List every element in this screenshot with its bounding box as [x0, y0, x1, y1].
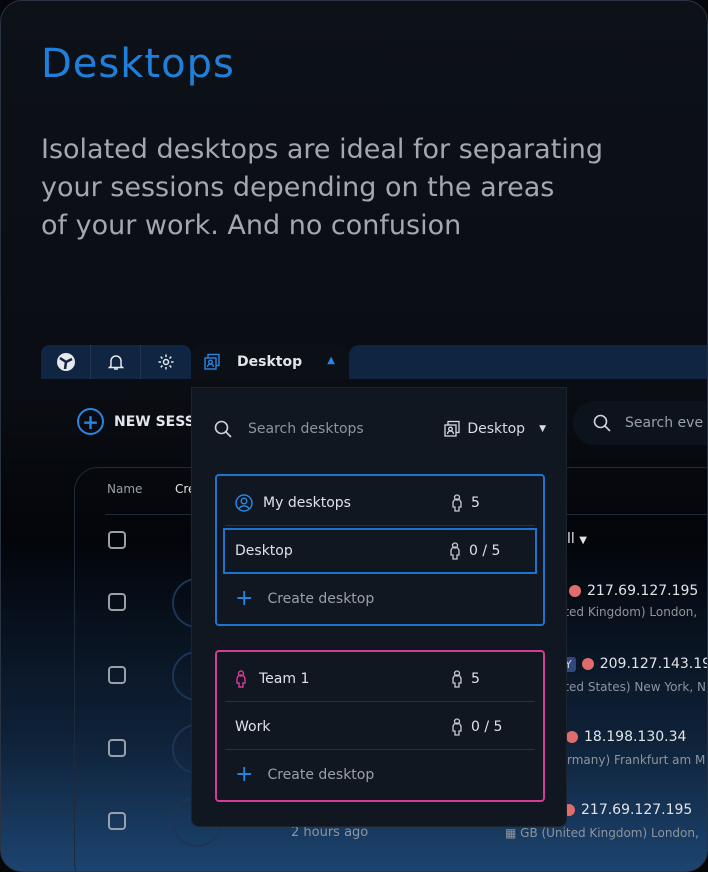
group-name: My desktops: [263, 494, 351, 511]
tab-label: Desktop: [237, 354, 303, 370]
location: ▦ GB (United Kingdom) London,: [505, 826, 699, 840]
gear-icon[interactable]: [141, 345, 191, 379]
flag-icon: ▦: [505, 826, 521, 840]
ip-text: 217.69.127.195: [587, 583, 699, 599]
column-header-name[interactable]: Name: [107, 482, 142, 496]
person-icon: [451, 493, 463, 512]
search-events-input[interactable]: Search eve: [573, 401, 707, 445]
session-time: 2 hours ago: [291, 825, 369, 840]
description: Isolated desktops are ideal for separati…: [41, 131, 661, 245]
filter-select[interactable]: ll ▼: [567, 531, 587, 547]
selected-label: Desktop: [467, 421, 526, 437]
app-topbar: Desktop ▲: [41, 345, 707, 379]
group-header[interactable]: My desktops 5: [225, 480, 535, 526]
person-icon: [235, 669, 247, 688]
group-team-1: Team 1 5 Work 0 / 5 + Create desktop: [215, 650, 545, 802]
group-name: Team 1: [259, 670, 310, 687]
desktop-name: Work: [235, 718, 271, 735]
search-placeholder: Search desktops: [248, 421, 364, 437]
row-checkbox[interactable]: [108, 739, 126, 757]
tab-desktop[interactable]: Desktop ▲: [191, 345, 349, 379]
description-line: of your work. And no confusion: [41, 210, 462, 241]
ip-text: 217.69.127.195: [581, 802, 693, 818]
person-icon: [451, 669, 463, 688]
row-checkbox[interactable]: [108, 593, 126, 611]
desktop-icon: [443, 420, 461, 438]
group-count: 5: [471, 494, 480, 511]
plus-icon: +: [235, 762, 254, 787]
desktop-count: 0 / 5: [471, 718, 503, 735]
filter-label: ll: [567, 531, 575, 547]
plus-icon: +: [77, 408, 104, 435]
user-circle-icon: [235, 493, 253, 512]
ip-address: 217.69.127.195: [569, 583, 698, 599]
search-desktops-input[interactable]: Search desktops: [214, 420, 364, 438]
desktop-count: 0 / 5: [469, 543, 501, 559]
person-icon: [449, 542, 461, 560]
desktop-select[interactable]: Desktop ▼: [443, 420, 546, 438]
description-line: your sessions depending on the areas: [41, 172, 555, 203]
select-all-checkbox[interactable]: [108, 531, 126, 549]
group-my-desktops: My desktops 5 Desktop 0 / 5 + Create desk…: [215, 474, 545, 626]
plus-icon: +: [235, 586, 254, 611]
create-desktop-button[interactable]: + Create desktop: [225, 752, 535, 798]
create-desktop-button[interactable]: + Create desktop: [225, 576, 535, 622]
new-session-label: NEW SESSI: [114, 413, 200, 430]
desktop-icon: [203, 353, 221, 371]
status-dot: [566, 731, 578, 743]
person-icon: [451, 717, 463, 736]
row-checkbox[interactable]: [108, 812, 126, 830]
ip-text: 209.127.143.19: [599, 656, 708, 672]
create-label: Create desktop: [267, 767, 375, 783]
status-dot: [569, 585, 581, 597]
search-placeholder: Search eve: [625, 415, 704, 431]
ip-address: Y 209.127.143.19: [561, 656, 708, 672]
desktop-dropdown: Search desktops Desktop ▼ My desktops 5 …: [191, 387, 567, 827]
group-header[interactable]: Team 1 5: [225, 656, 535, 702]
caret-down-icon: ▼: [539, 424, 546, 434]
new-session-button[interactable]: + NEW SESSI: [77, 408, 200, 435]
description-line: Isolated desktops are ideal for separati…: [41, 134, 604, 165]
caret-down-icon: ▼: [579, 535, 587, 546]
row-checkbox[interactable]: [108, 666, 126, 684]
desktop-item[interactable]: Desktop 0 / 5: [223, 528, 537, 574]
promo-card: Desktops Isolated desktops are ideal for…: [0, 0, 708, 872]
location: ited States) New York, N: [561, 680, 706, 694]
group-count: 5: [471, 670, 480, 687]
status-dot: [581, 658, 594, 670]
create-label: Create desktop: [267, 591, 375, 607]
desktop-item[interactable]: Work 0 / 5: [225, 704, 535, 750]
search-icon: [593, 414, 611, 432]
desktop-name: Desktop: [235, 543, 293, 559]
location: ited Kingdom) London,: [561, 605, 698, 619]
caret-up-icon: ▲: [327, 355, 335, 366]
bell-icon[interactable]: [91, 345, 141, 379]
page-title: Desktops: [41, 41, 235, 87]
logo-icon[interactable]: [41, 345, 91, 379]
ip-address: 217.69.127.195: [563, 802, 692, 818]
search-icon: [214, 420, 232, 438]
ip-text: 18.198.130.34: [584, 729, 687, 745]
location-text: GB (United Kingdom) London,: [520, 826, 699, 840]
topbar-right: [349, 345, 707, 379]
location: rmany) Frankfurt am M: [567, 753, 706, 767]
ip-address: 18.198.130.34: [566, 729, 686, 745]
